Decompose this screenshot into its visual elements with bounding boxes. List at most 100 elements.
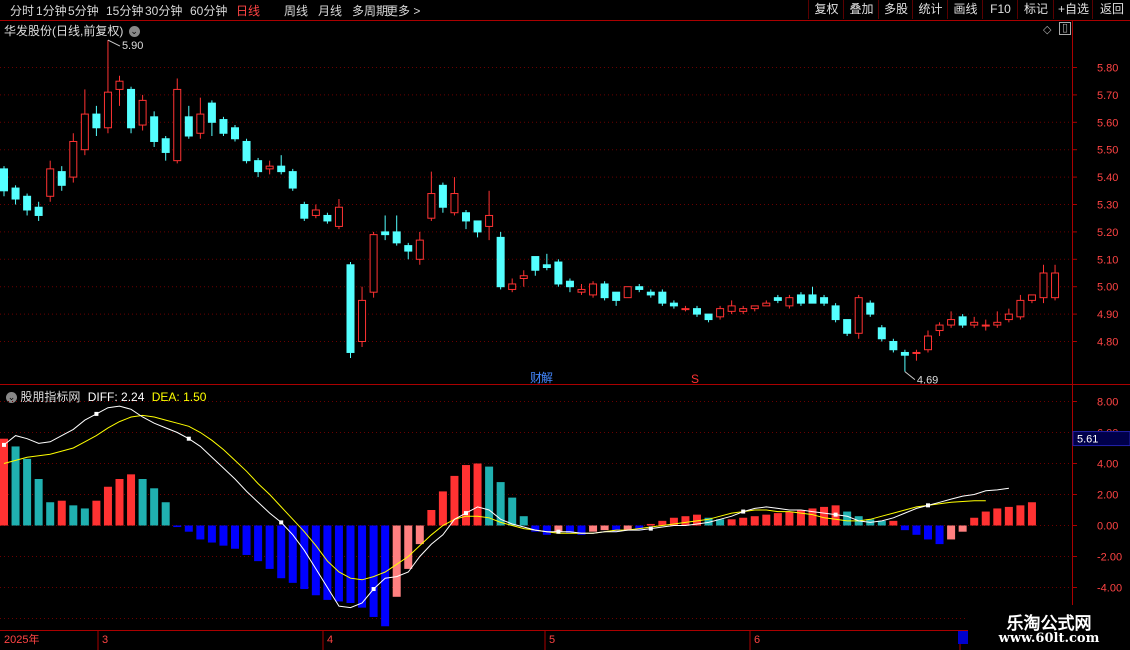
candle-body: [854, 297, 863, 334]
macd-bar: [519, 516, 528, 526]
candle-body: [531, 256, 540, 271]
macd-bar: [808, 508, 817, 526]
candle-body: [669, 302, 678, 307]
diamond-icon[interactable]: ◇: [1043, 23, 1051, 36]
candle-body: [450, 193, 459, 214]
candle-body: [820, 297, 829, 304]
macd-bar: [912, 525, 921, 535]
tab-period-0[interactable]: 分时: [10, 2, 34, 19]
price-axis-label: 5.30: [1097, 200, 1118, 212]
macd-bar: [219, 525, 228, 546]
candle-body: [311, 209, 320, 216]
candle-body: [358, 299, 367, 342]
candle-body: [115, 80, 124, 90]
toolbar-button-1[interactable]: 叠加: [843, 0, 879, 19]
candle-body: [843, 319, 852, 334]
candle-body: [127, 88, 136, 129]
macd-bar: [508, 497, 517, 526]
tab-period-3[interactable]: 15分钟: [106, 2, 143, 19]
diff-line: [3, 405, 1009, 609]
macd-bar: [254, 525, 263, 562]
candle-body: [265, 165, 274, 170]
candle-body: [958, 316, 967, 326]
macd-bar: [727, 519, 736, 526]
toolbar-button-8[interactable]: 返回: [1092, 0, 1130, 19]
time-axis-label: 5: [549, 634, 555, 646]
toolbar-button-2[interactable]: 多股: [878, 0, 913, 19]
toolbar-button-7[interactable]: +自选: [1053, 0, 1093, 19]
current-value-box: [1072, 431, 1130, 447]
toolbar-button-3[interactable]: 统计: [912, 0, 948, 19]
candle-body: [866, 302, 875, 315]
macd-bar: [138, 479, 147, 526]
macd-bar: [935, 525, 944, 545]
high-marker-label: 5.90: [122, 40, 143, 52]
candle-body: [519, 275, 528, 279]
window-toggle-icon[interactable]: ▯: [1059, 22, 1071, 35]
macd-bar: [531, 525, 540, 532]
diff-label: DIFF:: [87, 390, 118, 404]
macd-bar: [473, 463, 482, 526]
diff-point: [556, 529, 561, 534]
tab-period-9[interactable]: 多周期: [352, 2, 388, 19]
toolbar-button-4[interactable]: 画线: [947, 0, 983, 19]
macd-bar: [346, 525, 355, 603]
candle-body: [323, 214, 332, 222]
macd-bar: [958, 525, 967, 532]
price-axis-label: 5.10: [1097, 254, 1118, 266]
current-value-label: 5.61: [1077, 434, 1098, 446]
macd-bar: [0, 438, 8, 526]
time-axis-label: 4: [327, 634, 333, 646]
tab-period-5[interactable]: 60分钟: [190, 2, 227, 19]
macd-bar: [796, 510, 805, 526]
candle-body: [658, 291, 667, 304]
time-axis-label: 6: [754, 634, 760, 646]
low-marker-label: 4.69: [917, 375, 938, 387]
macd-bar: [565, 525, 574, 534]
tab-period-10[interactable]: 更多 >: [386, 2, 420, 19]
candle-body: [184, 116, 193, 137]
diff-point: [2, 442, 6, 447]
candle-body: [785, 297, 794, 307]
tab-period-1[interactable]: 1分钟: [36, 2, 67, 19]
candle-body: [150, 116, 159, 142]
tab-period-6[interactable]: 日线: [236, 2, 260, 19]
price-axis-label: 4.80: [1097, 337, 1118, 349]
candle-body: [508, 283, 517, 290]
candle-body: [219, 119, 228, 134]
diff-point: [741, 509, 746, 514]
macd-bar: [115, 479, 124, 526]
toolbar-button-5[interactable]: F10: [982, 0, 1018, 19]
macd-bar: [612, 525, 621, 532]
diff-value: 2.24: [121, 390, 145, 404]
tab-period-7[interactable]: 周线: [284, 2, 308, 19]
candle-body: [473, 220, 482, 233]
tab-period-4[interactable]: 30分钟: [145, 2, 182, 19]
macd-bar: [277, 525, 286, 579]
macd-bar: [739, 517, 748, 526]
candle-body: [1016, 299, 1025, 318]
candle-body: [231, 127, 239, 140]
tab-period-2[interactable]: 5分钟: [68, 2, 99, 19]
macd-axis-label: 0.00: [1097, 521, 1118, 533]
dea-line: [3, 414, 986, 581]
chevron-down-icon[interactable]: ⌄: [6, 392, 17, 404]
candle-body: [427, 193, 436, 219]
candle-body: [57, 171, 66, 186]
price-axis-label: 4.90: [1097, 309, 1118, 321]
candle-body: [288, 171, 297, 189]
macd-bar: [947, 525, 956, 540]
candle-body: [831, 305, 840, 321]
price-axis-label: 5.70: [1097, 90, 1118, 102]
chevron-down-icon[interactable]: ⌄: [128, 26, 140, 38]
candle-body: [485, 214, 494, 227]
candle-body: [981, 324, 990, 327]
macd-bar: [404, 525, 413, 569]
tab-period-8[interactable]: 月线: [318, 2, 342, 19]
toolbar-button-0[interactable]: 复权: [808, 0, 844, 19]
macd-bar: [831, 505, 840, 526]
candle-body: [704, 313, 713, 321]
toolbar-button-6[interactable]: 标记: [1017, 0, 1054, 19]
macd-bar: [392, 525, 401, 597]
macd-bar: [589, 525, 598, 532]
